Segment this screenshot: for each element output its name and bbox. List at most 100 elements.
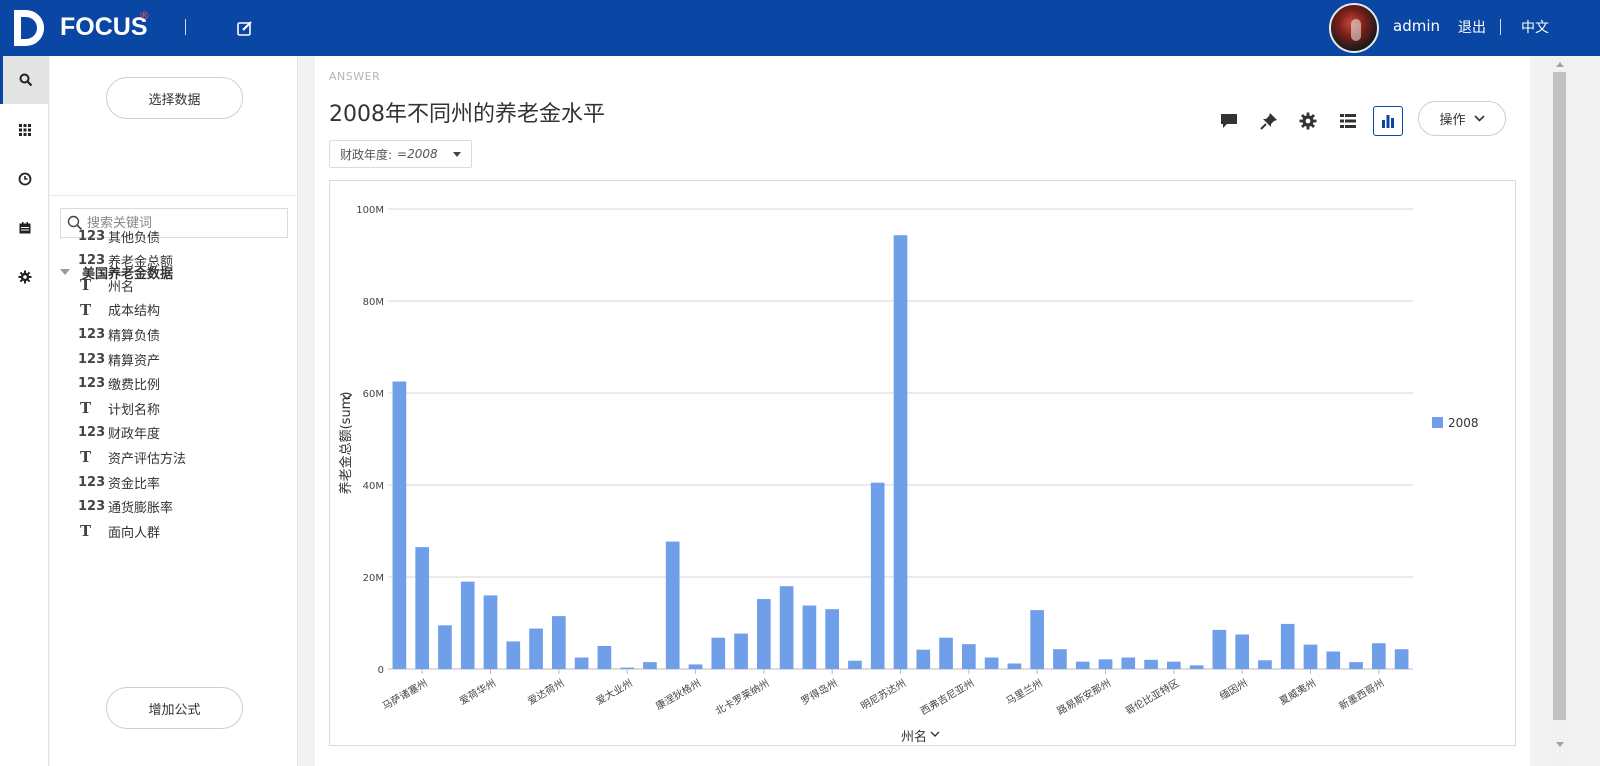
edit-icon[interactable] [236,19,254,37]
logout-link[interactable]: 退出 [1458,17,1486,37]
bar [620,667,634,669]
legend-swatch [1432,417,1443,428]
chart-frame: 0 20M 40M 60M 80M 100M 马萨诸塞州 爱荷华州 爱达荷州 爱大业州 康涅狄格州北… [329,180,1516,746]
x-tick-label: 夏威夷州 [1277,676,1318,707]
bar [734,633,748,669]
x-tick-label: 马里兰州 [1004,676,1045,707]
divider [1500,19,1501,35]
bar [597,646,612,669]
table-view-icon [1340,114,1356,128]
y-tick-label: 60M [363,389,384,400]
pin-icon [1260,113,1277,130]
field-item[interactable]: T 计划名称 [78,398,160,418]
table-view-button[interactable] [1333,106,1363,136]
bar [939,637,953,669]
field-name: 其他负债 [108,230,161,246]
section-label: ANSWER [329,70,381,83]
chart-view-button[interactable] [1373,106,1403,136]
filter-chip[interactable]: 财政年度: =2008 [329,140,472,168]
add-formula-button[interactable]: 增加公式 [106,687,243,729]
bar [984,657,999,669]
field-item[interactable]: 123 养老金总额 [78,251,173,271]
number-type-icon: 123 [78,326,106,342]
gear-icon [18,270,31,284]
grid-icon [18,124,31,136]
field-item[interactable]: 123 通货膨胀率 [78,497,173,517]
y-axis-label: 养老金总额(sum) [338,392,354,495]
nav-calendar[interactable] [0,204,49,252]
avatar[interactable] [1329,3,1379,53]
bar [1326,651,1341,669]
field-item[interactable]: T 面向人群 [78,521,160,541]
y-tick-label: 20M [363,573,384,584]
bar [506,641,521,669]
field-item[interactable]: 123 缴费比例 [78,374,160,394]
filter-value: =2008 [397,147,438,161]
field-name: 资金比率 [108,476,161,492]
bar [1372,643,1386,669]
caret-up-icon [1555,61,1564,67]
x-axis-dropdown-icon [930,731,940,737]
operations-dropdown[interactable]: 操作 [1418,101,1506,136]
nav-search[interactable] [0,56,49,104]
scroll-thumb[interactable] [1553,72,1566,720]
text-type-icon: T [80,300,92,319]
text-type-icon: T [80,276,92,295]
bar [1280,623,1295,669]
field-name: 精算负债 [108,328,161,344]
field-item[interactable]: 123 财政年度 [78,423,160,443]
user-name[interactable]: admin [1393,17,1440,35]
x-tick-label: 明尼苏达州 [858,676,908,712]
field-item[interactable]: T 州名 [78,275,134,295]
field-name: 面向人群 [108,525,161,541]
select-data-button[interactable]: 选择数据 [106,77,243,119]
bar [1075,661,1090,669]
x-tick-label: 爱达荷州 [525,676,566,707]
y-tick-label: 100M [356,205,384,216]
clock-icon [18,172,31,186]
calendar-icon [19,222,30,234]
field-name: 缴费比例 [108,378,161,394]
field-name: 计划名称 [108,402,161,418]
bar [1303,644,1318,669]
nav-apps[interactable] [0,106,49,154]
field-item[interactable]: T 资产评估方法 [78,447,186,467]
scroll-up-arrow[interactable] [1551,56,1568,72]
scroll-down-arrow[interactable] [1551,736,1568,752]
field-item[interactable]: 123 精算资产 [78,349,160,369]
text-type-icon: T [80,399,92,418]
bar [665,541,680,669]
bar [483,595,498,669]
bar [392,381,407,669]
bar [1258,660,1272,669]
field-item[interactable]: 123 精算负债 [78,324,160,344]
number-type-icon: 123 [78,376,106,392]
bar [1394,649,1409,669]
field-item[interactable]: 123 其他负债 [78,226,160,246]
bar [438,625,452,669]
bar [1235,634,1249,669]
field-item[interactable]: T 成本结构 [78,300,160,320]
number-type-icon: 123 [78,228,106,244]
logo-icon [14,10,44,46]
search-icon [19,73,33,87]
y-tick-label: 40M [363,481,384,492]
bar [1121,657,1136,669]
pin-button[interactable] [1254,106,1284,136]
language-switch[interactable]: 中文 [1521,17,1549,37]
settings-button[interactable] [1293,106,1323,136]
field-name: 财政年度 [108,427,161,443]
legend-label: 2008 [1448,416,1479,430]
text-type-icon: T [80,522,92,541]
comment-button[interactable] [1214,106,1244,136]
x-tick-label: 哥伦比亚特区 [1123,676,1181,717]
field-item[interactable]: 123 资金比率 [78,472,160,492]
filter-label: 财政年度: [340,147,393,162]
field-name: 成本结构 [108,304,161,320]
x-tick-label: 西弗吉尼亚州 [918,676,976,717]
x-tick-label: 爱大业州 [594,676,635,707]
collapse-triangle-icon[interactable] [60,269,70,275]
bar [870,482,885,669]
nav-settings[interactable] [0,253,49,301]
nav-history[interactable] [0,155,49,203]
